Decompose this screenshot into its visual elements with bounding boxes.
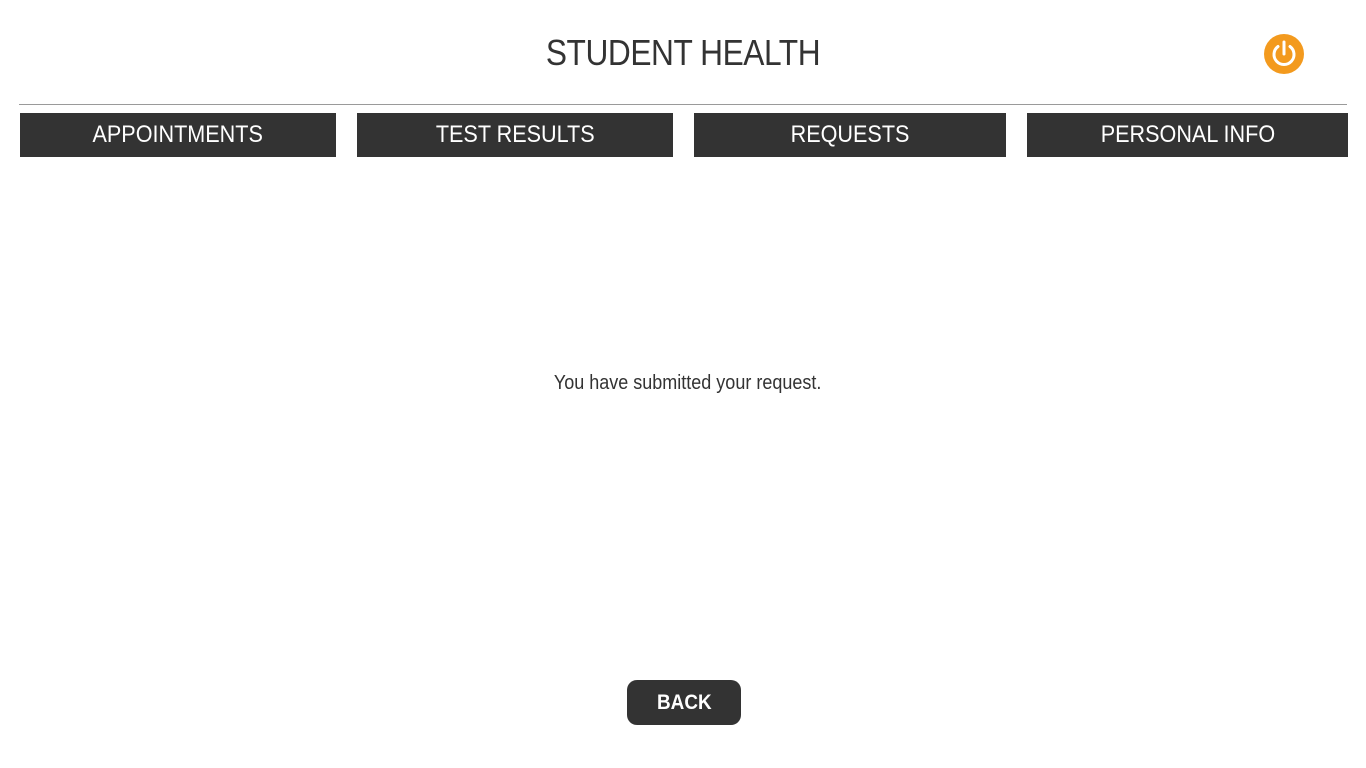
back-button-label: BACK — [656, 691, 712, 714]
tab-personal-info-label: PERSONAL INFO — [1100, 121, 1275, 148]
power-icon — [1272, 40, 1296, 66]
tab-appointments-label: APPOINTMENTS — [92, 121, 264, 148]
confirmation-message: You have submitted your request. — [0, 372, 1366, 395]
power-button[interactable] — [1264, 34, 1304, 74]
tab-appointments[interactable]: APPOINTMENTS — [20, 113, 336, 157]
tab-requests-label: REQUESTS — [790, 121, 910, 148]
tab-requests[interactable]: REQUESTS — [694, 113, 1006, 157]
confirmation-message-text: You have submitted your request. — [554, 372, 822, 394]
tab-test-results[interactable]: TEST RESULTS — [357, 113, 673, 157]
tab-personal-info[interactable]: PERSONAL INFO — [1027, 113, 1348, 157]
back-button[interactable]: BACK — [627, 680, 741, 725]
page-title: STUDENT HEALTH — [545, 32, 821, 73]
header-divider — [19, 104, 1347, 105]
tab-test-results-label: TEST RESULTS — [435, 121, 595, 148]
student-health-page: STUDENT HEALTH APPOINTMENTS TEST RESULTS… — [0, 0, 1366, 768]
